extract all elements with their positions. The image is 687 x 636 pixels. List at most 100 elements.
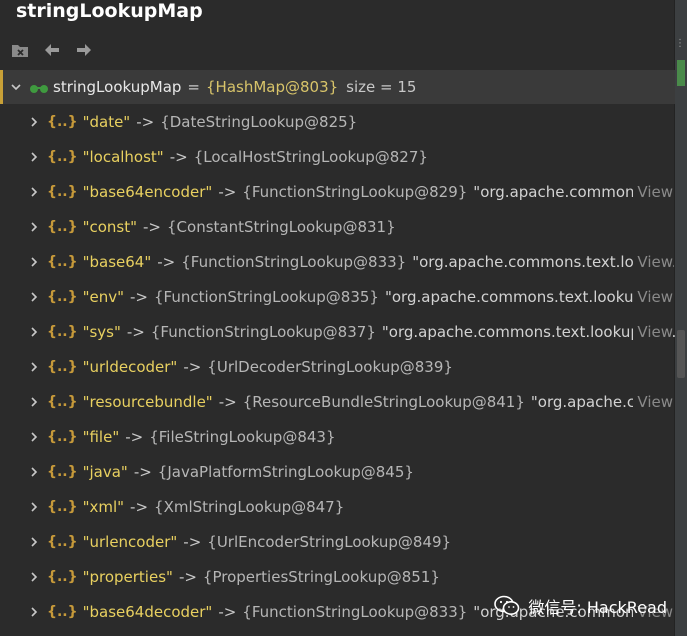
entry-key: "env" [82,287,124,306]
adjacent-panel-strip: ⋮ [674,0,687,636]
entry-arrow: -> [218,392,237,411]
entry-value: {FunctionStringLookup@833} [181,252,407,271]
separator-marks: ⋮ [675,38,685,49]
entry-value: {LocalHostStringLookup@827} [193,147,428,166]
entry-key: "sys" [82,322,121,341]
forward-arrow-icon[interactable] [74,40,94,60]
entry-key: "localhost" [82,147,164,166]
variables-tree: stringLookupMap = {HashMap@803} size = 1… [0,70,677,629]
entry-value: {FunctionStringLookup@833} [242,602,468,621]
tree-entry-row[interactable]: {..} "date" -> {DateStringLookup@825} [0,104,675,139]
entry-arrow: -> [183,357,202,376]
panel-title: stringLookupMap [16,0,203,22]
scrollbar-thumb[interactable] [677,330,685,378]
entry-string-preview: "org.apache.commons.text.lookup.F... [384,287,669,306]
tree-entries: {..} "date" -> {DateStringLookup@825} {..} "l… [0,104,677,629]
chevron-right-icon[interactable] [27,500,41,514]
tree-entry-row[interactable]: {..} "file" -> {FileStringLookup@843} [0,419,675,454]
tree-entry-row[interactable]: {..} "env" -> {FunctionStringLookup@835} "or… [0,279,675,314]
chevron-right-icon[interactable] [27,360,41,374]
tree-entry-row[interactable]: {..} "base64" -> {FunctionStringLookup@833}… [0,244,675,279]
tree-entry-row[interactable]: {..} "properties" -> {PropertiesStringLooku… [0,559,675,594]
view-link[interactable]: View [633,392,673,411]
root-variable-value: {HashMap@803} [206,78,339,96]
root-equals: = [187,78,200,96]
map-entry-icon: {..} [47,253,78,270]
chevron-right-icon[interactable] [27,605,41,619]
chevron-right-icon[interactable] [27,325,41,339]
tree-entry-row[interactable]: {..} "localhost" -> {LocalHostStringLookup@… [0,139,675,174]
entry-key: "date" [82,112,131,131]
view-link[interactable]: View [633,182,673,201]
view-link[interactable]: View [633,287,673,306]
chevron-right-icon[interactable] [27,220,41,234]
entry-value: {UrlDecoderStringLookup@839} [207,357,453,376]
chevron-right-icon[interactable] [27,150,41,164]
entry-string-preview: "org.apache.commons.text.lookup.Fu... [381,322,677,341]
tree-entry-row[interactable]: {..} "sys" -> {FunctionStringLookup@837} "or… [0,314,677,349]
entry-value: {PropertiesStringLookup@851} [202,567,440,586]
tree-root-row[interactable]: stringLookupMap = {HashMap@803} size = 1… [0,70,675,104]
map-entry-icon: {..} [47,183,78,200]
map-entry-icon: {..} [47,148,78,165]
entry-arrow: -> [218,182,237,201]
tree-entry-row[interactable]: {..} "resourcebundle" -> {ResourceBundleStr… [0,384,675,419]
entry-arrow: -> [218,602,237,621]
chevron-right-icon[interactable] [27,570,41,584]
entry-key: "xml" [82,497,125,516]
map-entry-icon: {..} [47,113,78,130]
tree-entry-row[interactable]: {..} "java" -> {JavaPlatformStringLookup@84… [0,454,675,489]
entry-arrow: -> [130,497,149,516]
entry-arrow: -> [125,427,144,446]
entry-arrow: -> [143,217,161,236]
entry-key: "properties" [82,567,173,586]
entry-arrow: -> [169,147,188,166]
tree-entry-row[interactable]: {..} "urlencoder" -> {UrlEncoderStringLooku… [0,524,675,559]
delete-watch-icon[interactable] [10,40,30,60]
chevron-right-icon[interactable] [27,115,41,129]
map-entry-icon: {..} [47,288,78,305]
view-link[interactable]: View [633,252,673,271]
map-entry-icon: {..} [47,533,78,550]
map-entry-icon: {..} [47,498,78,515]
map-entry-icon: {..} [47,323,78,340]
entry-arrow: -> [136,112,155,131]
entry-value: {UrlEncoderStringLookup@849} [207,532,452,551]
editor-change-marker [677,60,685,86]
entry-arrow: -> [178,567,197,586]
map-entry-icon: {..} [47,568,78,585]
tree-entry-row[interactable]: {..} "base64encoder" -> {FunctionStringLook… [0,174,675,209]
entry-arrow: -> [126,322,145,341]
chevron-down-icon[interactable] [9,80,23,94]
chevron-right-icon[interactable] [27,290,41,304]
chevron-right-icon[interactable] [27,430,41,444]
map-entry-icon: {..} [47,428,78,445]
entry-key: "base64" [82,252,152,271]
entry-arrow: -> [183,532,202,551]
chevron-right-icon[interactable] [27,255,41,269]
entry-value: {ResourceBundleStringLookup@841} [242,392,525,411]
tree-entry-row[interactable]: {..} "xml" -> {XmlStringLookup@847} [0,489,675,524]
map-entry-icon: {..} [47,358,78,375]
entry-arrow: -> [133,462,152,481]
tree-entry-row[interactable]: {..} "urldecoder" -> {UrlDecoderStringLooku… [0,349,675,384]
chevron-right-icon[interactable] [27,185,41,199]
debugger-toolbar [8,38,668,62]
map-entry-icon: {..} [47,218,78,235]
map-entry-icon: {..} [47,603,78,620]
chevron-right-icon[interactable] [27,465,41,479]
chevron-right-icon[interactable] [27,535,41,549]
view-link[interactable]: View [633,322,673,341]
entry-value: {ConstantStringLookup@831} [167,217,396,236]
entry-arrow: -> [157,252,176,271]
tree-entry-row[interactable]: {..} "const" -> {ConstantStringLookup@831} [0,209,675,244]
entry-key: "base64decoder" [82,602,213,621]
chevron-right-icon[interactable] [27,395,41,409]
entry-value: {FunctionStringLookup@835} [153,287,379,306]
watermark-text: 微信号: HackRead [528,598,667,617]
entry-key: "urlencoder" [82,532,178,551]
entry-value: {XmlStringLookup@847} [154,497,345,516]
root-variable-name: stringLookupMap [53,78,182,96]
entry-value: {FileStringLookup@843} [149,427,336,446]
back-arrow-icon[interactable] [42,40,62,60]
